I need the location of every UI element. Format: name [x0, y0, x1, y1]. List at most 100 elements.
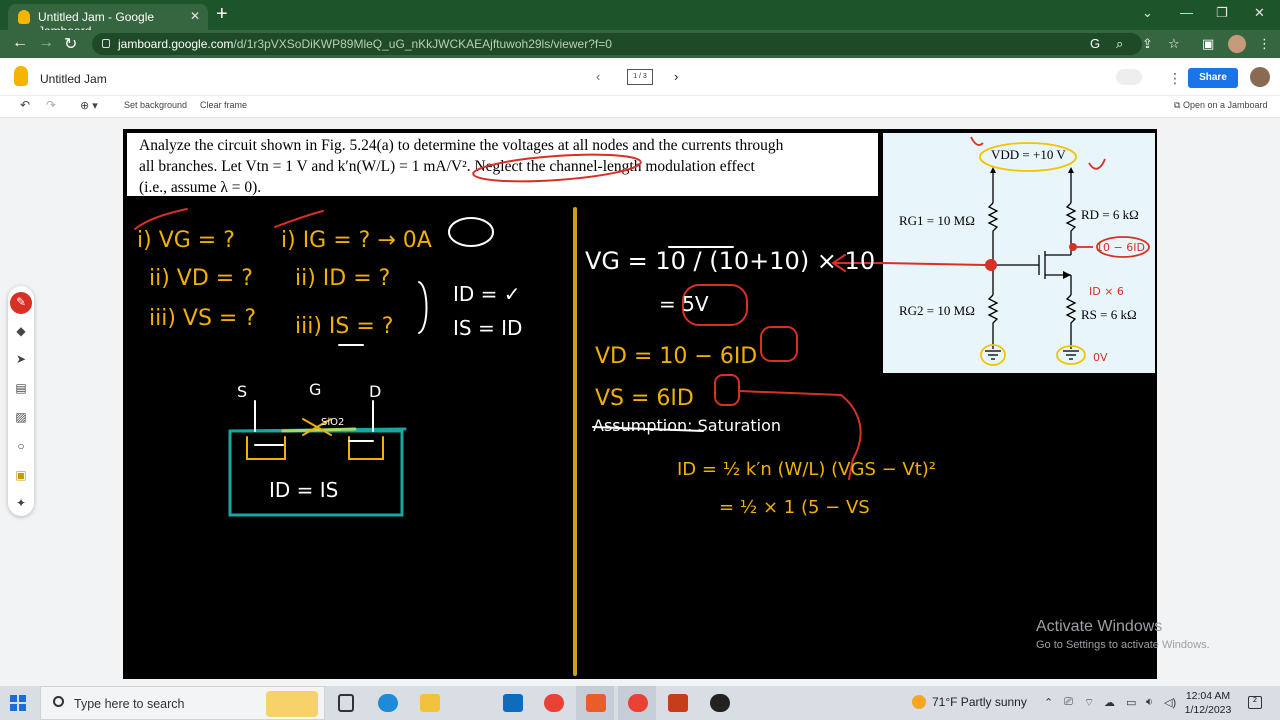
- note-ig: i) IG = ? → 0A: [281, 228, 432, 253]
- note-vg-eq: VG = 10 / (10+10) × 10: [585, 247, 875, 275]
- note-id-sub: = ½ × 1 (5 − VS: [719, 497, 870, 518]
- eraser-icon[interactable]: ◆: [8, 324, 34, 338]
- side-panel-icon[interactable]: ▣: [1202, 36, 1214, 52]
- chrome-window-icon[interactable]: [628, 694, 648, 712]
- label-oxide: SiO2: [321, 417, 344, 428]
- watermark-title: Activate Windows: [1036, 618, 1163, 635]
- watermark-subtitle: Go to Settings to activate Windows.: [1036, 639, 1210, 651]
- tool-palette: ✎ ◆ ➤ ▤ ▨ ○ ▣ ✦: [8, 286, 34, 516]
- text-box-icon[interactable]: ▣: [8, 468, 34, 482]
- chrome-icon[interactable]: [544, 694, 564, 712]
- battery-icon[interactable]: ▭: [1126, 696, 1136, 709]
- powerpoint-icon[interactable]: [668, 694, 688, 712]
- reload-icon[interactable]: ↻: [64, 34, 77, 54]
- sticky-note-icon[interactable]: ▤: [8, 381, 34, 395]
- laser-icon[interactable]: ✦: [8, 496, 34, 510]
- note-vg: i) VG = ?: [137, 228, 235, 253]
- edge-icon[interactable]: [378, 694, 398, 712]
- activate-windows-watermark: Activate Windows Go to Settings to activ…: [1036, 618, 1210, 651]
- taskbar-search[interactable]: Type here to search: [40, 686, 325, 720]
- redo-icon[interactable]: ↷: [46, 98, 56, 112]
- pen-icon[interactable]: ✎: [8, 295, 34, 309]
- note-id-is: ID = IS: [269, 478, 338, 502]
- tray-overflow-icon[interactable]: ⌃: [1044, 696, 1053, 709]
- note-id: ii) ID = ?: [295, 266, 390, 291]
- jamboard-logo-icon: [14, 66, 28, 86]
- undo-icon[interactable]: ↶: [20, 98, 30, 112]
- open-on-jamboard-button[interactable]: ⧉ Open on a Jamboard: [1174, 100, 1268, 111]
- browser-tab-jamboard[interactable]: Untitled Jam - Google Jamboard ✕: [8, 4, 208, 38]
- open-on-jamboard-label: Open on a Jamboard: [1182, 100, 1268, 110]
- note-is: iii) IS = ?: [295, 314, 393, 339]
- weather-widget[interactable]: 71°F Partly sunny: [912, 695, 1027, 709]
- url-host: jamboard.google.com: [118, 37, 234, 51]
- url-field[interactable]: jamboard.google.com/d/1r3pVXSoDiKWP89Mle…: [92, 33, 1142, 55]
- browser-menu-icon[interactable]: ⋮: [1258, 36, 1271, 52]
- label-gate: G: [309, 380, 321, 399]
- set-background-button[interactable]: Set background: [124, 100, 187, 110]
- next-frame-icon[interactable]: ›: [674, 69, 678, 84]
- note-vd-eq: VD = 10 − 6ID: [595, 344, 757, 369]
- select-cursor-icon[interactable]: ➤: [8, 352, 34, 366]
- clear-frame-button[interactable]: Clear frame: [200, 100, 247, 110]
- label-drain: D: [369, 382, 381, 401]
- recorder-icon[interactable]: [710, 694, 730, 712]
- windows-start-icon[interactable]: [10, 695, 26, 711]
- share-page-icon[interactable]: ⇪: [1142, 36, 1153, 52]
- note-vg-result: = 5V: [659, 292, 709, 316]
- note-assumption: Assumption: Saturation: [593, 416, 781, 435]
- image-icon[interactable]: ▨: [8, 410, 34, 424]
- google-icon[interactable]: G: [1090, 36, 1100, 51]
- clock-date: 1/12/2023: [1184, 704, 1232, 716]
- zoom-icon[interactable]: ⌕: [1116, 36, 1123, 52]
- volume-icon[interactable]: ◁): [1164, 696, 1176, 709]
- app-pinned-icon[interactable]: [586, 694, 606, 712]
- circle-shape-icon[interactable]: ○: [8, 439, 34, 453]
- frame-indicator[interactable]: 1 / 3: [627, 69, 653, 85]
- tab-search-icon[interactable]: ⌄: [1142, 5, 1153, 21]
- back-arrow-icon[interactable]: ←: [12, 34, 28, 52]
- user-avatar[interactable]: [1250, 67, 1270, 87]
- jamboard-toolbar: ↶ ↷ ⊕ ▾ Set background Clear frame ⧉ Ope…: [0, 96, 1280, 118]
- note-id-eq: ID = ½ k′n (W/L) (VGS − Vt)²: [677, 459, 936, 480]
- search-icon: [53, 696, 64, 707]
- new-tab-button[interactable]: +: [216, 3, 228, 26]
- browser-address-bar: ← → ↻ jamboard.google.com/d/1r3pVXSoDiKW…: [0, 30, 1280, 58]
- search-placeholder: Type here to search: [74, 697, 185, 711]
- windows-taskbar: Type here to search 71°F Partly sunny ⌃ …: [0, 686, 1280, 720]
- note-vs: iii) VS = ?: [149, 306, 256, 331]
- task-view-icon[interactable]: [338, 694, 354, 712]
- jam-title[interactable]: Untitled Jam: [40, 72, 107, 86]
- forward-arrow-icon[interactable]: →: [38, 34, 54, 52]
- minimize-button[interactable]: —: [1180, 5, 1193, 20]
- wifi-icon[interactable]: ⌔: [1084, 696, 1094, 710]
- browser-tab-bar: Untitled Jam - Google Jamboard ✕ + ⌄ — ❐…: [0, 0, 1280, 38]
- clock-time: 12:04 AM: [1185, 690, 1231, 702]
- note-vd: ii) VD = ?: [149, 266, 253, 291]
- notification-icon[interactable]: 2: [1248, 696, 1262, 709]
- meet-icon[interactable]: [1116, 69, 1142, 85]
- zoom-tool-icon[interactable]: ⊕ ▾: [80, 99, 98, 112]
- bookmark-star-icon[interactable]: ☆: [1168, 36, 1180, 52]
- speaker-icon[interactable]: 🔉︎: [1146, 696, 1153, 709]
- mail-icon[interactable]: [503, 694, 523, 712]
- note-vs-eq: VS = 6ID: [595, 386, 694, 411]
- tab-close-icon[interactable]: ✕: [190, 9, 200, 23]
- previous-frame-icon[interactable]: ‹: [596, 69, 600, 84]
- note-id-check: ID = ✓: [453, 282, 521, 306]
- jamboard-header: Untitled Jam ‹ 1 / 3 › ⋮ Share: [0, 58, 1280, 96]
- taskbar-clock[interactable]: 12:04 AM 1/12/2023: [1180, 689, 1236, 717]
- jamboard-favicon-icon: [18, 10, 30, 24]
- lock-icon: [102, 39, 110, 48]
- onedrive-icon[interactable]: ☁: [1104, 696, 1115, 709]
- handwriting-layer: i) VG = ? ii) VD = ? iii) VS = ? i) IG =…: [134, 153, 986, 676]
- meet-now-icon[interactable]: ⎚: [1064, 696, 1073, 709]
- share-button[interactable]: Share: [1188, 68, 1238, 88]
- search-highlight-icon: [266, 691, 318, 717]
- profile-avatar[interactable]: [1228, 35, 1246, 53]
- more-options-icon[interactable]: ⋮: [1168, 70, 1182, 87]
- file-explorer-icon[interactable]: [420, 694, 440, 712]
- note-is-id: IS = ID: [453, 316, 522, 340]
- maximize-button[interactable]: ❐: [1216, 5, 1228, 21]
- close-window-button[interactable]: ✕: [1254, 5, 1265, 21]
